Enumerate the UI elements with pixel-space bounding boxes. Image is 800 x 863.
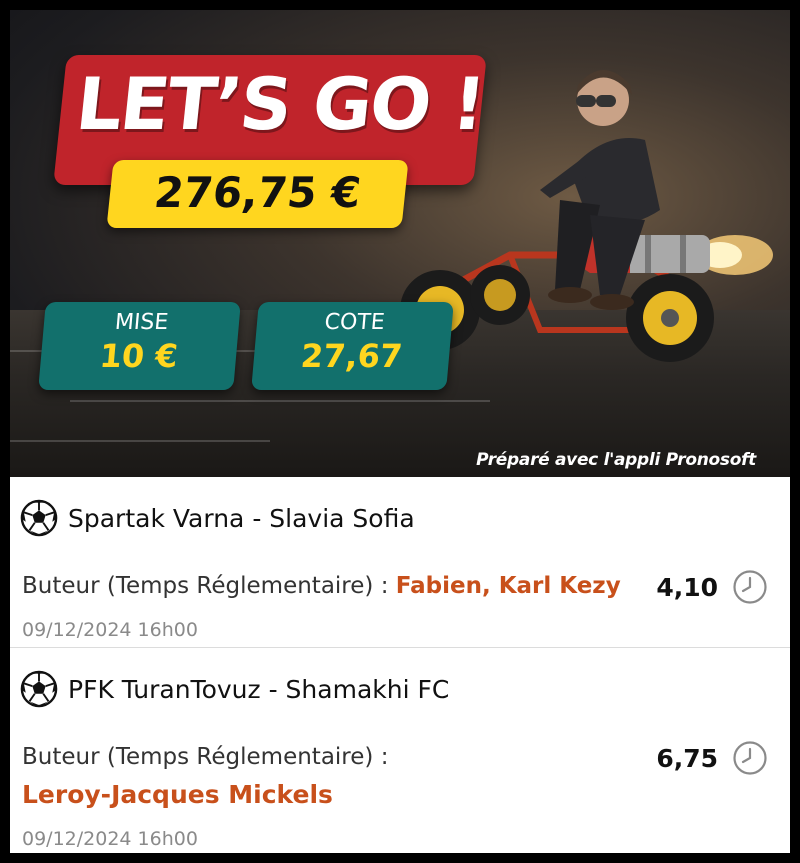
bet-item[interactable]: PFK TuranTovuz - Shamakhi FC Buteur (Tem… bbox=[10, 648, 790, 853]
app-credit: Préparé avec l'appli Pronosoft bbox=[476, 450, 756, 470]
match-name: Spartak Varna - Slavia Sofia bbox=[68, 503, 415, 533]
match-date: 09/12/2024 16h00 bbox=[22, 619, 198, 641]
clock-icon bbox=[733, 741, 767, 775]
match-name: PFK TuranTovuz - Shamakhi FC bbox=[68, 674, 450, 704]
bet-selection: Leroy-Jacques Mickels bbox=[22, 780, 333, 809]
match-header: PFK TuranTovuz - Shamakhi FC bbox=[20, 670, 449, 708]
bet-selection: Fabien, Karl Kezy bbox=[395, 573, 621, 599]
soccer-ball-icon bbox=[20, 670, 58, 708]
match-date: 09/12/2024 16h00 bbox=[22, 828, 198, 850]
bet-market: Buteur (Temps Réglementaire) : bbox=[22, 744, 389, 770]
match-header: Spartak Varna - Slavia Sofia bbox=[20, 499, 415, 537]
stake-label: MISE bbox=[113, 310, 170, 335]
soccer-ball-icon bbox=[20, 499, 58, 537]
bet-slip: LET’S GO ! 276,75 € MISE 10 € COTE 27,67… bbox=[10, 10, 790, 853]
odds-label: COTE bbox=[323, 310, 386, 335]
clock-icon bbox=[733, 570, 767, 604]
bet-odds: 4,10 bbox=[656, 573, 718, 602]
market-label: Buteur (Temps Réglementaire) : bbox=[22, 573, 389, 599]
bet-odds: 6,75 bbox=[656, 744, 718, 773]
promo-banner: LET’S GO ! 276,75 € MISE 10 € COTE 27,67… bbox=[10, 10, 790, 477]
banner-title: LET’S GO ! bbox=[72, 62, 488, 146]
road-streak bbox=[70, 400, 490, 402]
odds-box: COTE 27,67 bbox=[251, 302, 454, 390]
potential-win-amount: 276,75 € bbox=[151, 168, 364, 217]
stake-box: MISE 10 € bbox=[38, 302, 241, 390]
road-streak bbox=[10, 440, 270, 442]
stake-value: 10 € bbox=[97, 337, 180, 375]
bet-market: Buteur (Temps Réglementaire) : Fabien, K… bbox=[22, 573, 621, 599]
bet-item[interactable]: Spartak Varna - Slavia Sofia Buteur (Tem… bbox=[10, 477, 790, 648]
total-odds-value: 27,67 bbox=[299, 337, 404, 375]
